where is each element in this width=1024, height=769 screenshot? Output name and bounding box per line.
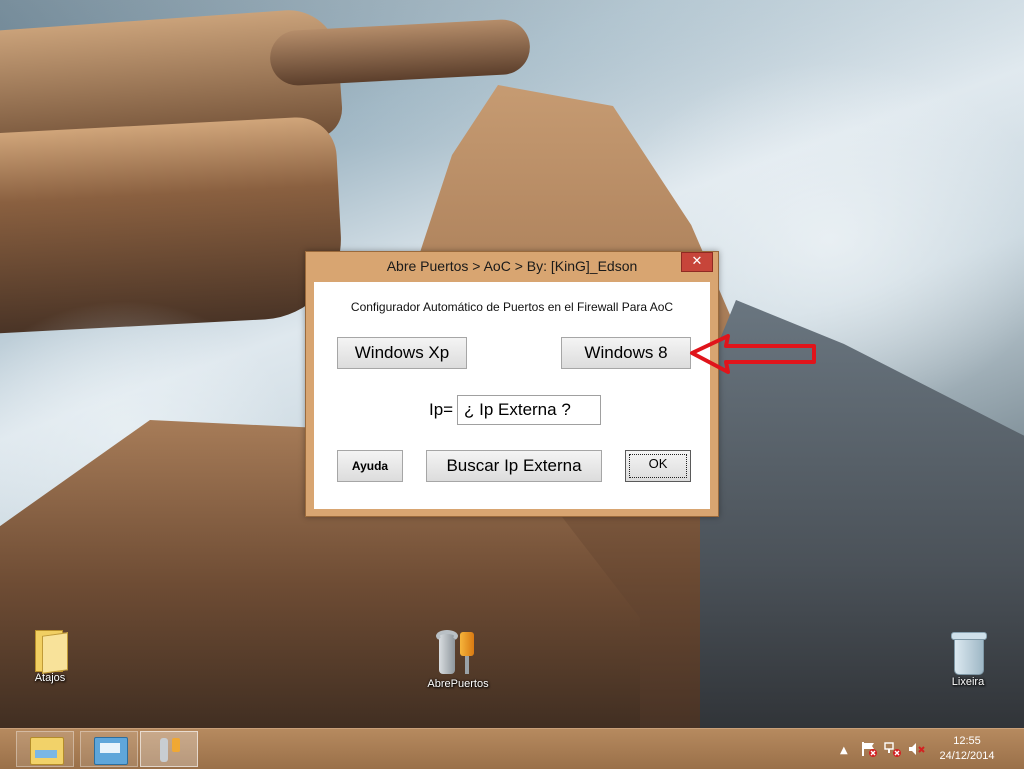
dialog-titlebar[interactable]: Abre Puertos > AoC > By: [KinG]_Edson ✕ bbox=[306, 252, 718, 280]
desktop-icon-abrepuertos[interactable]: AbrePuertos bbox=[423, 630, 493, 690]
tools-icon bbox=[433, 630, 483, 676]
windows-xp-button[interactable]: Windows Xp bbox=[337, 337, 467, 369]
system-tray: ▲ 12:55 24/12/2014 bbox=[824, 729, 1024, 769]
taskbar-file-explorer[interactable] bbox=[16, 731, 74, 767]
dialog-client-area: Configurador Automático de Puertos en el… bbox=[314, 282, 710, 509]
help-button[interactable]: Ayuda bbox=[337, 450, 403, 482]
desktop-icon-atajos[interactable]: Atajos bbox=[15, 630, 85, 684]
desktop-icon-recycle-bin[interactable]: Lixeira bbox=[933, 630, 1003, 688]
ip-input[interactable] bbox=[457, 395, 601, 425]
taskbar: ▲ 12:55 24/12/2014 bbox=[0, 728, 1024, 769]
volume-muted-icon[interactable] bbox=[908, 741, 926, 757]
clock-date: 24/12/2014 bbox=[939, 750, 995, 762]
action-center-flag-icon[interactable] bbox=[860, 741, 878, 757]
dialog-title: Abre Puertos > AoC > By: [KinG]_Edson bbox=[386, 258, 638, 274]
taskbar-abrepuertos[interactable] bbox=[140, 731, 198, 767]
desktop-icon-label: Lixeira bbox=[951, 676, 985, 688]
folder-icon bbox=[33, 630, 68, 674]
ip-label: Ip= bbox=[429, 400, 454, 419]
desktop-icon-label: AbrePuertos bbox=[427, 678, 489, 690]
control-panel-icon bbox=[94, 737, 128, 765]
abrepuertos-icon bbox=[154, 737, 186, 763]
windows-8-button[interactable]: Windows 8 bbox=[561, 337, 691, 369]
close-button[interactable]: ✕ bbox=[681, 252, 713, 272]
file-explorer-icon bbox=[30, 737, 64, 765]
dialog-heading: Configurador Automático de Puertos en el… bbox=[350, 300, 674, 314]
focus-rect bbox=[629, 454, 687, 478]
clock-time: 12:55 bbox=[953, 735, 981, 747]
show-hidden-icons-button[interactable]: ▲ bbox=[840, 743, 848, 759]
desktop-icon-label: Atajos bbox=[34, 672, 66, 684]
network-icon[interactable] bbox=[884, 741, 902, 757]
ok-button[interactable]: OK bbox=[625, 450, 691, 482]
recycle-bin-icon bbox=[950, 630, 987, 675]
abre-puertos-dialog: Abre Puertos > AoC > By: [KinG]_Edson ✕ … bbox=[305, 251, 719, 517]
taskbar-control-panel[interactable] bbox=[80, 731, 138, 767]
search-external-ip-button[interactable]: Buscar Ip Externa bbox=[426, 450, 602, 482]
red-arrow-icon bbox=[690, 334, 816, 374]
clock[interactable]: 12:55 24/12/2014 bbox=[932, 734, 1002, 764]
